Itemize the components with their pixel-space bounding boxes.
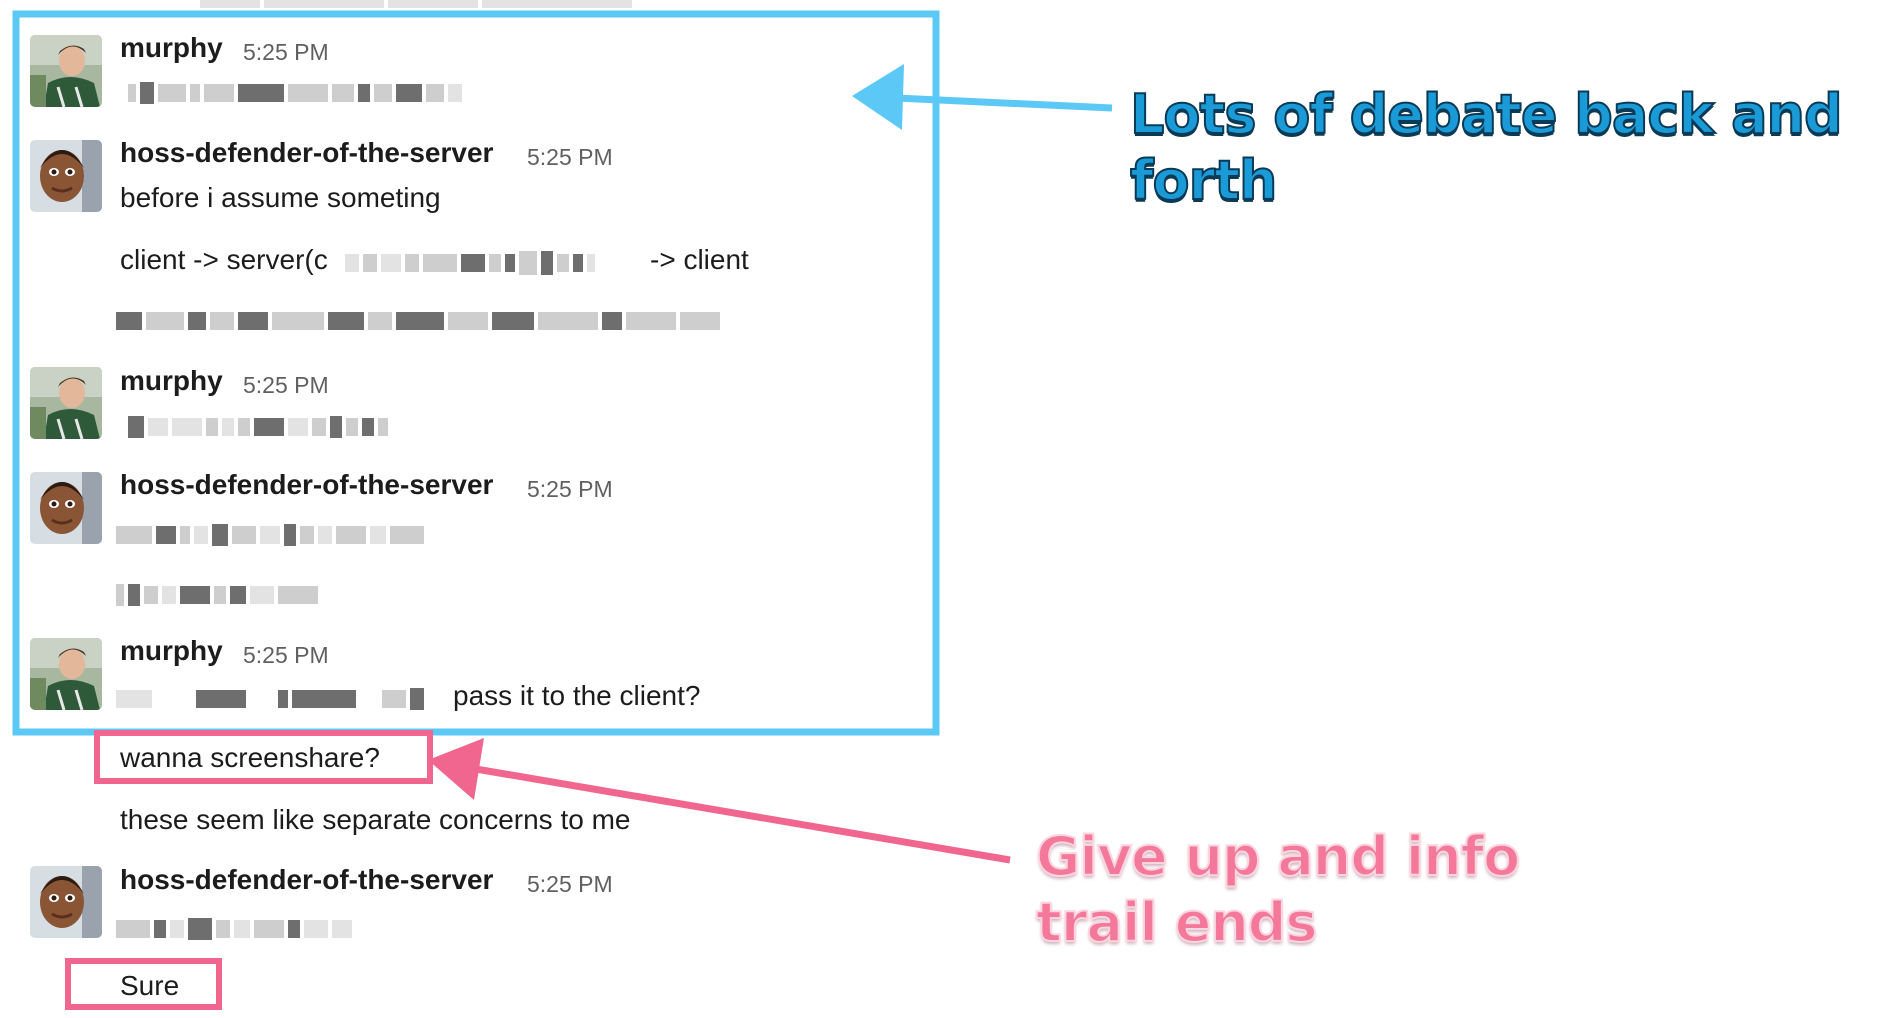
pink-arrow-icon <box>428 738 1011 864</box>
pink-callout-text: Give up and info trail ends <box>1035 824 1521 955</box>
blue-highlight-box <box>12 10 940 736</box>
pink-highlight-box-sure <box>65 958 222 1010</box>
chat-screenshot: murphy 5:25 PM hoss-defender-of-the-serv… <box>0 0 1896 1018</box>
blue-callout-text: Lots of debate back and forth <box>1129 82 1844 213</box>
pink-highlight-box-wanna-screenshare <box>94 730 433 784</box>
blue-arrow-icon <box>852 64 1113 130</box>
